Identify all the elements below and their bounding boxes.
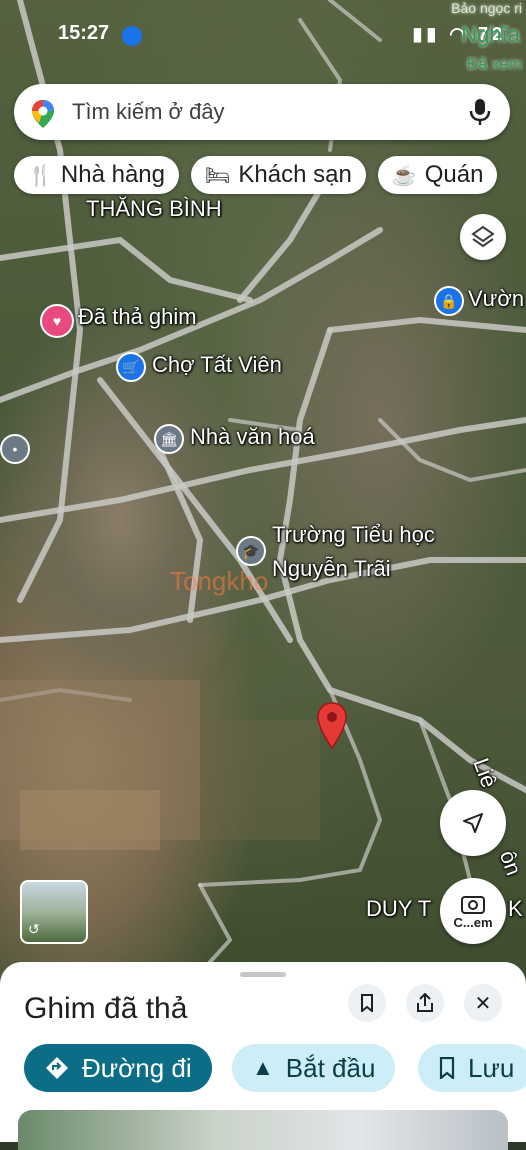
museum-icon[interactable]: 🏛: [154, 424, 184, 454]
camera-label: C...em: [453, 914, 493, 930]
lock-poi-icon[interactable]: 🔒: [434, 286, 464, 316]
corner-label-3: Đã xem: [466, 56, 522, 73]
maps-pin-icon: [30, 99, 56, 128]
chip-hotels[interactable]: 🛏 Khách sạn: [191, 156, 366, 194]
close-button[interactable]: ✕: [464, 984, 502, 1022]
sheet-drag-handle[interactable]: [240, 972, 286, 977]
sheet-title: Ghim đã thả: [24, 992, 188, 1025]
chip-label: Nhà hàng: [60, 161, 165, 188]
bed-icon: 🛏: [205, 164, 231, 187]
close-icon: ✕: [474, 992, 492, 1015]
search-bar[interactable]: Tìm kiếm ở đây: [14, 84, 510, 140]
directions-button[interactable]: Đường đi: [24, 1044, 212, 1092]
bookmark-icon: [361, 994, 373, 1012]
save-label: Lưu: [468, 1052, 515, 1083]
market-label: Chợ Tất Viên: [152, 352, 282, 377]
cultural-house-label: Nhà văn hoá: [190, 424, 315, 449]
chip-label: Quán: [424, 161, 484, 188]
bottom-area-label: DUY T: [366, 896, 432, 921]
navigation-icon: ▲: [252, 1055, 274, 1080]
street-view-thumbnail[interactable]: ↺: [20, 880, 88, 944]
location-arrow-icon: [122, 26, 142, 46]
save-button[interactable]: Lưu: [418, 1044, 526, 1092]
poi-edge-icon[interactable]: •: [0, 434, 30, 464]
search-input[interactable]: Tìm kiếm ở đây: [72, 99, 468, 125]
dropped-pin-label: Đã thả ghim: [78, 304, 197, 329]
cup-icon: ☕: [391, 164, 417, 187]
rotate-360-icon: ↺: [28, 921, 40, 937]
navigation-arrow-icon: [463, 813, 483, 833]
category-chips: 🍴 Nhà hàng 🛏 Khách sạn ☕ Quán: [14, 156, 498, 194]
red-pin-marker[interactable]: [316, 702, 348, 755]
share-button[interactable]: [406, 984, 444, 1022]
camera-search-button[interactable]: C...em: [440, 878, 506, 944]
school-icon[interactable]: 🎓: [236, 536, 266, 566]
bottom-sheet[interactable]: Ghim đã thả ✕ Đường đi ▲ Bắt đầu Lưu: [0, 962, 526, 1150]
chip-cafes[interactable]: ☕ Quán: [377, 156, 498, 194]
garden-label: Vườn: [468, 286, 525, 311]
start-button[interactable]: ▲ Bắt đầu: [232, 1044, 396, 1092]
chip-label: Khách sạn: [238, 161, 352, 188]
corner-label-1: Bảo ngọc ri: [451, 0, 522, 16]
school-label-line1: Trường Tiểu học: [272, 522, 435, 547]
corner-label-2: Nghĩa: [461, 22, 520, 47]
area-label: THĂNG BÌNH: [86, 196, 222, 221]
start-label: Bắt đầu: [285, 1052, 376, 1083]
fork-knife-icon: 🍴: [28, 164, 53, 187]
my-location-button[interactable]: [440, 790, 506, 856]
bookmark-icon: [439, 1057, 455, 1079]
camera-icon: [461, 895, 485, 914]
chip-restaurants[interactable]: 🍴 Nhà hàng: [14, 156, 179, 194]
layers-icon: [471, 225, 495, 248]
place-photo[interactable]: [18, 1110, 508, 1150]
shopping-cart-icon[interactable]: 🛒: [116, 352, 146, 382]
directions-icon: [46, 1057, 68, 1079]
bookmark-button[interactable]: [348, 984, 386, 1022]
bottom-area-suffix: K: [508, 896, 523, 921]
directions-label: Đường đi: [82, 1052, 192, 1083]
share-icon: [417, 993, 433, 1012]
school-label-line2: Nguyễn Trãi: [272, 556, 391, 581]
status-time: 15:27: [58, 22, 110, 44]
layers-button[interactable]: [460, 214, 506, 260]
mic-icon[interactable]: [468, 98, 492, 126]
watermark: Tongkho: [170, 566, 269, 596]
heart-pin-icon[interactable]: ♥: [40, 304, 74, 338]
